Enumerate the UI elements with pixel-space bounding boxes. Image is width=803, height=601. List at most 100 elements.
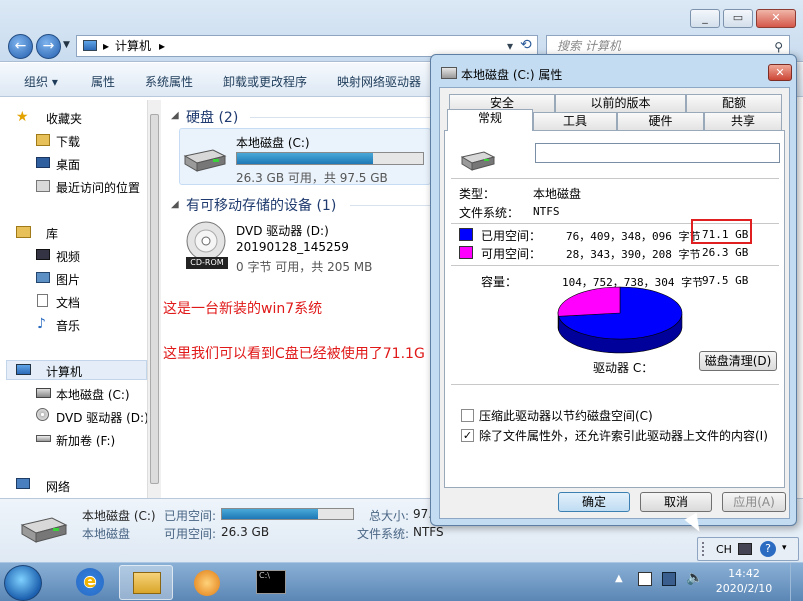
forward-button[interactable]: → <box>36 34 61 59</box>
clock-date: 2020/2/10 <box>715 582 773 595</box>
separator <box>451 384 779 385</box>
type-value: 本地磁盘 <box>533 187 582 201</box>
chevron-right-icon[interactable]: ▸ <box>159 39 165 53</box>
apply-button[interactable]: 应用(A) <box>722 492 786 512</box>
back-button[interactable]: ← <box>8 34 33 59</box>
maximize-button[interactable]: ▭ <box>723 9 753 28</box>
tab-previous-versions[interactable]: 以前的版本 <box>555 94 686 112</box>
nav-downloads[interactable]: 下载 <box>56 133 80 150</box>
used-space-swatch <box>459 228 473 241</box>
group-removable-storage[interactable]: 有可移动存储的设备 (1) <box>186 195 336 215</box>
free-space-bytes: 28，343，390，208 字节 <box>566 248 701 261</box>
nav-documents[interactable]: 文档 <box>56 294 80 311</box>
language-bar[interactable]: CH ? ▾ <box>697 537 799 561</box>
nav-music[interactable]: 音乐 <box>56 317 80 334</box>
group-divider <box>250 117 430 118</box>
system-properties-command[interactable]: 系统属性 <box>145 73 193 90</box>
group-hard-disks[interactable]: 硬盘 (2) <box>186 107 238 127</box>
libraries-icon <box>16 226 31 238</box>
properties-command[interactable]: 属性 <box>91 73 115 90</box>
navigation-pane: ★ 收藏夹 下载 桌面 最近访问的位置 库 视频 图片 文档 ♪ 音乐 计算机 … <box>0 98 160 498</box>
hard-drive-icon <box>20 513 68 543</box>
star-icon: ★ <box>16 109 29 125</box>
collapse-arrow-icon[interactable]: ◢ <box>171 110 179 121</box>
nav-pictures[interactable]: 图片 <box>56 271 80 288</box>
map-network-drive-command[interactable]: 映射网络驱动器 <box>337 73 421 90</box>
nav-drive-c[interactable]: 本地磁盘 (C:) <box>56 386 130 403</box>
disk-cleanup-button[interactable]: 磁盘清理(D) <box>699 351 777 371</box>
volume-icon <box>36 435 51 442</box>
nav-scrollbar[interactable] <box>147 100 161 498</box>
ok-button[interactable]: 确定 <box>558 492 630 512</box>
organize-menu[interactable]: 组织 ▾ <box>24 73 58 90</box>
drive-c-free-text: 26.3 GB 可用，共 97.5 GB <box>236 171 388 185</box>
tab-general[interactable]: 常规 <box>447 109 533 131</box>
nav-network[interactable]: 网络 <box>46 478 70 495</box>
options-icon[interactable]: ▾ <box>782 543 787 553</box>
tab-sharing[interactable]: 共享 <box>704 112 782 130</box>
nav-libraries[interactable]: 库 <box>46 225 58 242</box>
downloads-folder-icon <box>36 134 50 146</box>
taskbar-ie[interactable]: e <box>62 565 116 600</box>
drive-d-label: 20190128_145259 <box>236 240 349 254</box>
nav-favorites[interactable]: 收藏夹 <box>46 110 82 127</box>
index-checkbox[interactable]: ✓ <box>461 429 474 442</box>
address-dropdown-icon[interactable]: ▾ <box>507 36 513 56</box>
documents-icon <box>37 294 48 307</box>
properties-dialog: 本地磁盘 (C:) 属性 ✕ 安全 以前的版本 配额 常规 工具 硬件 共享 类… <box>430 54 797 526</box>
clock[interactable]: 14:42 2020/2/10 <box>712 566 776 596</box>
network-icon <box>16 478 30 489</box>
drive-label-input[interactable] <box>535 143 780 163</box>
used-space-label: 已用空间： <box>481 229 542 243</box>
nav-recent-places[interactable]: 最近访问的位置 <box>56 179 140 196</box>
desktop-icon <box>36 157 50 168</box>
drive-c-usage-bar <box>236 152 424 165</box>
nav-videos[interactable]: 视频 <box>56 248 80 265</box>
nav-desktop[interactable]: 桌面 <box>56 156 80 173</box>
network-status-icon[interactable] <box>662 572 676 586</box>
nav-computer[interactable]: 计算机 <box>46 363 82 380</box>
hard-drive-icon <box>183 146 227 172</box>
taskbar-cmd[interactable]: C:\ <box>244 565 298 600</box>
used-space-gb: 71.1 GB <box>702 228 749 241</box>
tab-tools[interactable]: 工具 <box>533 112 617 130</box>
cancel-button[interactable]: 取消 <box>640 492 712 512</box>
nav-drive-d[interactable]: DVD 驱动器 (D:) <box>56 409 149 426</box>
uninstall-program-command[interactable]: 卸载或更改程序 <box>223 73 307 90</box>
show-desktop-button[interactable] <box>790 563 802 601</box>
collapse-arrow-icon[interactable]: ◢ <box>171 199 179 210</box>
details-fs-value: NTFS <box>413 525 444 539</box>
refresh-icon[interactable]: ⟲ <box>520 37 532 53</box>
breadcrumb-computer[interactable]: 计算机 <box>115 39 151 53</box>
nav-scrollbar-thumb[interactable] <box>150 114 159 484</box>
search-placeholder: 搜索 计算机 <box>557 39 621 53</box>
close-button[interactable]: ✕ <box>756 9 796 28</box>
index-label: 除了文件属性外，还允许索引此驱动器上文件的内容(I) <box>479 429 768 443</box>
history-dropdown-icon[interactable]: ▼ <box>63 40 70 50</box>
tab-quota[interactable]: 配额 <box>686 94 782 112</box>
nav-drive-f[interactable]: 新加卷 (F:) <box>56 432 115 449</box>
input-language[interactable]: CH <box>716 543 732 556</box>
help-icon[interactable]: ? <box>760 541 776 557</box>
grip-icon <box>702 542 712 556</box>
keyboard-icon[interactable] <box>738 543 752 555</box>
details-free-label: 可用空间: <box>164 527 217 541</box>
annotation-note-1: 这是一台新装的win7系统 <box>163 301 323 317</box>
drive-d-name[interactable]: DVD 驱动器 (D:) <box>236 222 329 239</box>
minimize-button[interactable]: _ <box>690 9 720 28</box>
details-total-label: 总大小: <box>369 509 410 523</box>
tab-hardware[interactable]: 硬件 <box>617 112 704 130</box>
volume-icon[interactable]: 🔈 <box>686 570 703 586</box>
hard-drive-icon <box>36 388 51 398</box>
start-button[interactable] <box>4 565 42 601</box>
free-space-gb: 26.3 GB <box>702 246 749 259</box>
dvd-drive-icon <box>36 408 49 421</box>
compress-checkbox[interactable] <box>461 409 474 422</box>
show-hidden-icons[interactable]: ▲ <box>615 573 623 584</box>
music-note-icon: ♪ <box>37 316 46 332</box>
taskbar-media-player[interactable] <box>180 565 234 600</box>
dvd-drive-icon[interactable]: CD-ROM <box>184 220 228 270</box>
action-center-icon[interactable] <box>638 572 652 586</box>
dialog-close-button[interactable]: ✕ <box>768 64 792 81</box>
taskbar-explorer[interactable] <box>119 565 173 600</box>
